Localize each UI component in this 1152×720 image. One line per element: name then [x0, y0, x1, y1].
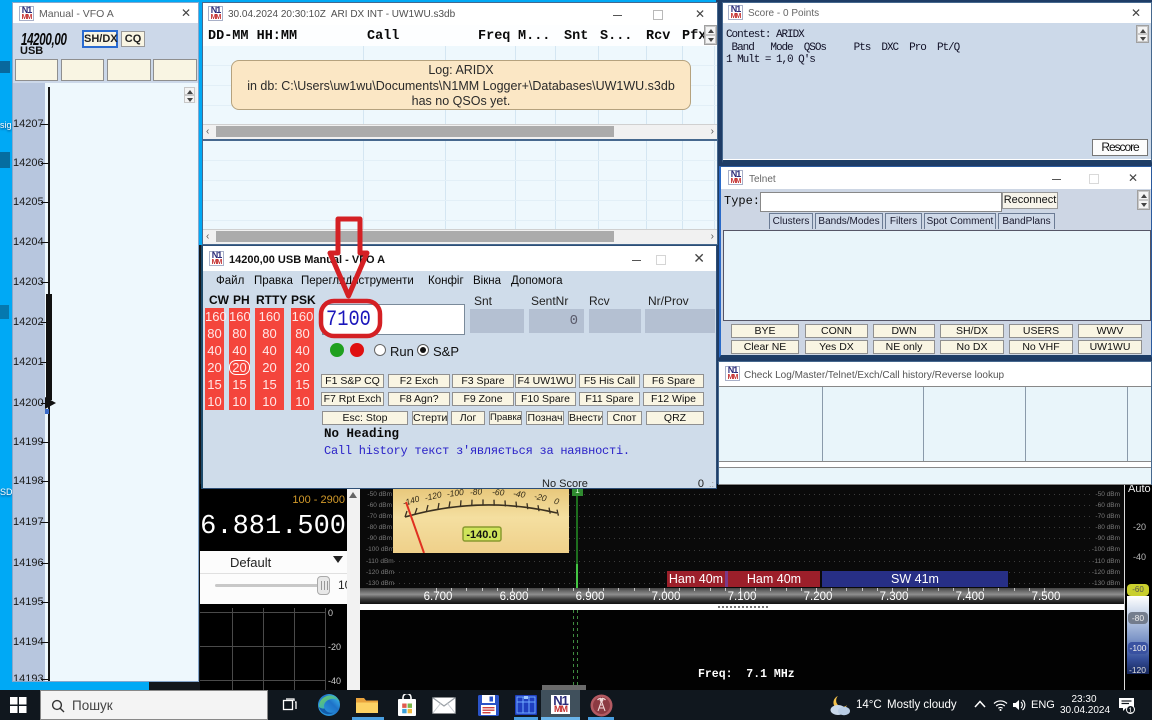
svg-text:-40: -40	[513, 489, 527, 500]
svg-text:-80: -80	[470, 489, 483, 497]
svg-text:-60: -60	[492, 489, 505, 497]
svg-text:-140.0: -140.0	[466, 529, 497, 541]
svg-text:1: 1	[1128, 705, 1132, 714]
